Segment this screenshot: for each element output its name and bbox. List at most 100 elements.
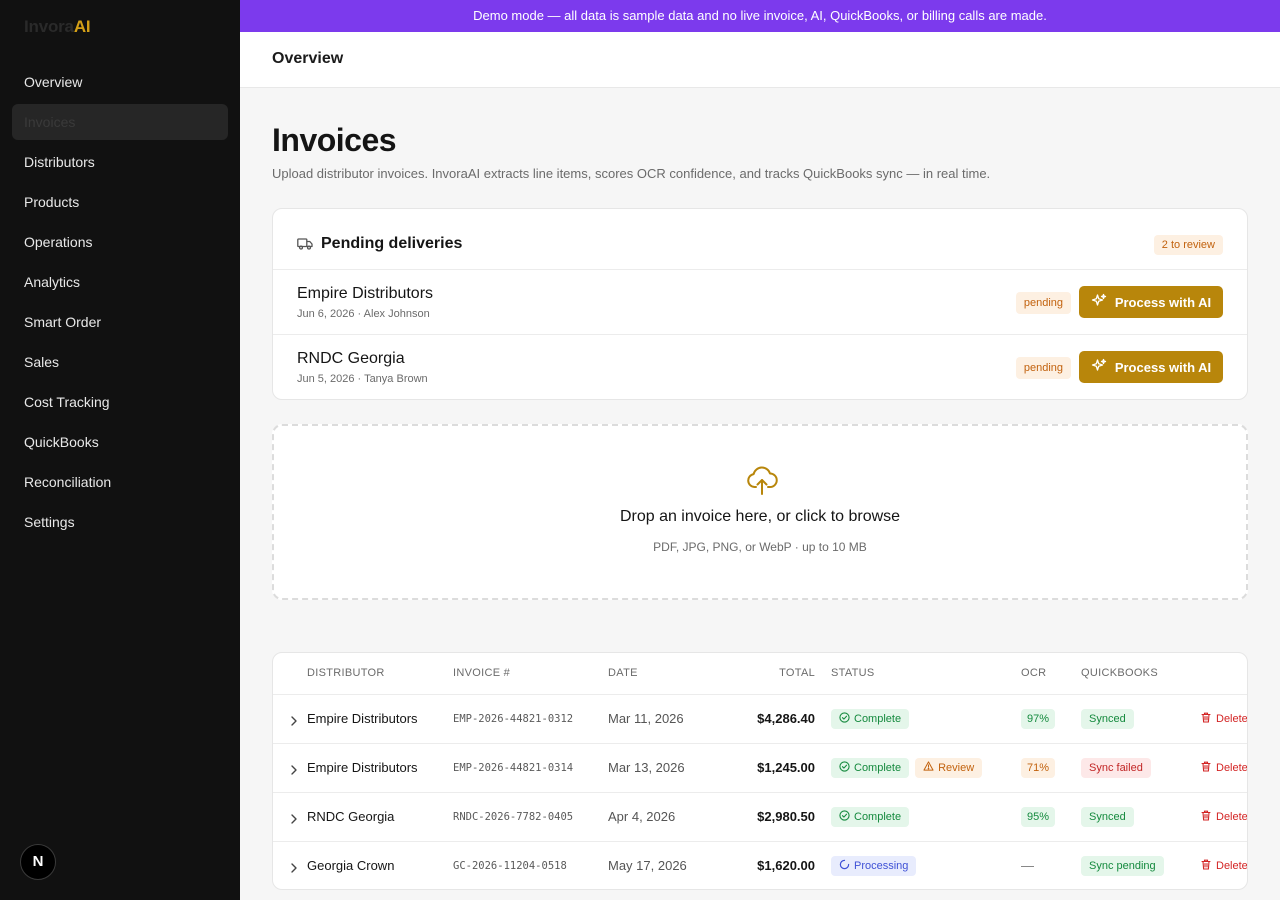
sidebar: InvoraAI Overview Invoices Distributors …: [0, 0, 240, 900]
cell-invoice-number: EMP-2026-44821-0312: [453, 694, 608, 744]
top-header: Overview: [240, 32, 1280, 88]
chevron-right-icon[interactable]: [291, 714, 297, 729]
logo-part-2: AI: [73, 17, 91, 36]
table-row[interactable]: RNDC Georgia RNDC-2026-7782-0405 Apr 4, …: [273, 792, 1247, 842]
chevron-right-icon[interactable]: [291, 812, 297, 827]
pending-delivery-row: RNDC Georgia Jun 5, 2026 · Tanya Brown p…: [273, 335, 1247, 400]
pending-delivery-row: Empire Distributors Jun 6, 2026 · Alex J…: [273, 270, 1247, 335]
status-badge-processing: Processing: [831, 855, 917, 876]
pending-distributor-name: Empire Distributors: [297, 285, 434, 302]
column-header-quickbooks[interactable]: QUICKBOOKS: [1081, 653, 1201, 695]
chevron-right-icon[interactable]: [291, 861, 297, 876]
column-header-date[interactable]: DATE: [608, 653, 718, 695]
cell-quickbooks: Synced: [1081, 792, 1201, 842]
delete-button[interactable]: Delete: [1201, 810, 1247, 824]
column-header-status[interactable]: STATUS: [831, 653, 1021, 695]
spinner-icon: [839, 859, 850, 873]
sidebar-item-settings[interactable]: Settings: [12, 504, 228, 540]
sidebar-item-reconciliation[interactable]: Reconciliation: [12, 464, 228, 500]
status-badge-complete: Complete: [831, 806, 910, 827]
chevron-right-icon[interactable]: [291, 763, 297, 778]
ocr-confidence-badge: 97%: [1021, 708, 1056, 729]
quickbooks-status-badge: Sync pending: [1081, 855, 1164, 876]
cell-distributor: Georgia Crown: [273, 841, 453, 889]
delete-button[interactable]: Delete: [1201, 761, 1248, 775]
cell-distributor: RNDC Georgia: [273, 792, 453, 842]
cell-total: $1,620.00: [757, 858, 815, 874]
cell-actions: Delete: [1201, 792, 1247, 842]
sidebar-item-products[interactable]: Products: [12, 184, 228, 220]
invoice-dropzone[interactable]: Drop an invoice here, or click to browse…: [272, 424, 1248, 600]
sidebar-item-sales[interactable]: Sales: [12, 344, 228, 380]
sidebar-item-invoices[interactable]: Invoices: [12, 104, 228, 140]
delete-label: Delete: [1216, 762, 1248, 774]
process-with-ai-button[interactable]: Process with AI: [1079, 351, 1223, 383]
pending-distributor-name: RNDC Georgia: [297, 350, 405, 367]
app-logo[interactable]: InvoraAI: [24, 17, 91, 37]
review-badge: Review: [915, 757, 983, 778]
process-with-ai-button[interactable]: Process with AI: [1079, 286, 1223, 318]
column-header-distributor[interactable]: DISTRIBUTOR: [273, 653, 453, 695]
pending-deliveries-card: Pending deliveries 2 to review Empire Di…: [272, 208, 1248, 400]
table-row[interactable]: Empire Distributors EMP-2026-44821-0312 …: [273, 694, 1247, 744]
process-button-label: Process with AI: [1114, 294, 1212, 310]
cell-invoice-number: RNDC-2026-7782-0405: [453, 792, 608, 842]
status-badge-complete: Complete: [831, 708, 910, 729]
cell-status: Complete: [831, 694, 1021, 744]
sidebar-item-analytics[interactable]: Analytics: [12, 264, 228, 300]
pending-status-badge: pending: [1015, 292, 1071, 314]
cell-date: May 17, 2026: [608, 858, 687, 874]
quickbooks-status-badge: Synced: [1081, 708, 1134, 729]
status-label: Complete: [854, 761, 902, 774]
column-header-total[interactable]: TOTAL: [718, 653, 831, 695]
sidebar-item-quickbooks[interactable]: QuickBooks: [12, 424, 228, 460]
pending-delivery-meta: Jun 6, 2026 · Alex Johnson: [297, 308, 430, 320]
cell-quickbooks: Sync failed: [1081, 743, 1201, 793]
status-label: Complete: [854, 712, 902, 725]
status-badge-complete: Complete: [831, 757, 910, 778]
pending-status-badge: pending: [1015, 357, 1071, 379]
status-label: Processing: [854, 859, 909, 872]
warning-triangle-icon: [923, 761, 934, 774]
table-row[interactable]: Empire Distributors EMP-2026-44821-0314 …: [273, 743, 1248, 793]
cell-total: $4,286.40: [718, 694, 831, 744]
sparkles-icon: [1091, 358, 1107, 377]
dropzone-title: Drop an invoice here, or click to browse: [619, 508, 901, 525]
sidebar-item-smart-order[interactable]: Smart Order: [12, 304, 228, 340]
header-title: Overview: [272, 50, 344, 67]
user-avatar[interactable]: N: [20, 844, 56, 880]
ocr-confidence-empty: —: [1021, 858, 1034, 874]
column-header-ocr[interactable]: OCR: [1021, 653, 1081, 695]
table-row[interactable]: Georgia Crown GC-2026-11204-0518 May 17,…: [273, 841, 1247, 889]
cell-invoice-number: GC-2026-11204-0518: [453, 859, 567, 872]
distributor-name: RNDC Georgia: [307, 809, 395, 824]
distributor-name: Georgia Crown: [307, 858, 395, 874]
delete-button[interactable]: Delete: [1201, 712, 1247, 726]
check-circle-icon: [839, 760, 850, 775]
table-header-row: DISTRIBUTOR INVOICE # DATE TOTAL STATUS …: [273, 653, 1247, 695]
trash-icon: [1201, 712, 1211, 726]
cell-date: Mar 13, 2026: [608, 743, 718, 793]
cell-total: $2,980.50: [718, 792, 831, 842]
cell-quickbooks: Synced: [1081, 694, 1201, 744]
logo-part-1: Invora: [24, 17, 74, 36]
quickbooks-status-badge: Synced: [1081, 806, 1134, 827]
distributor-name: Empire Distributors: [307, 760, 418, 775]
delete-button[interactable]: Delete: [1201, 859, 1247, 873]
cell-status: Complete: [831, 792, 1021, 842]
invoices-table: DISTRIBUTOR INVOICE # DATE TOTAL STATUS …: [273, 653, 1248, 889]
column-header-invoice[interactable]: INVOICE #: [453, 653, 608, 695]
main-content: Invoices Upload distributor invoices. In…: [240, 88, 1280, 900]
process-button-label: Process with AI: [1114, 359, 1212, 375]
cell-ocr: —: [1021, 841, 1081, 889]
pending-delivery-meta: Jun 5, 2026 · Tanya Brown: [297, 373, 428, 385]
trash-icon: [1201, 761, 1211, 775]
sidebar-item-cost-tracking[interactable]: Cost Tracking: [12, 384, 228, 420]
sidebar-item-overview[interactable]: Overview: [12, 64, 228, 100]
sidebar-item-operations[interactable]: Operations: [12, 224, 228, 260]
distributor-name: Empire Distributors: [307, 711, 418, 726]
cell-actions: Delete: [1201, 743, 1248, 793]
sidebar-item-distributors[interactable]: Distributors: [12, 144, 228, 180]
ocr-confidence-badge: 71%: [1021, 757, 1056, 778]
review-label: Review: [938, 761, 975, 774]
